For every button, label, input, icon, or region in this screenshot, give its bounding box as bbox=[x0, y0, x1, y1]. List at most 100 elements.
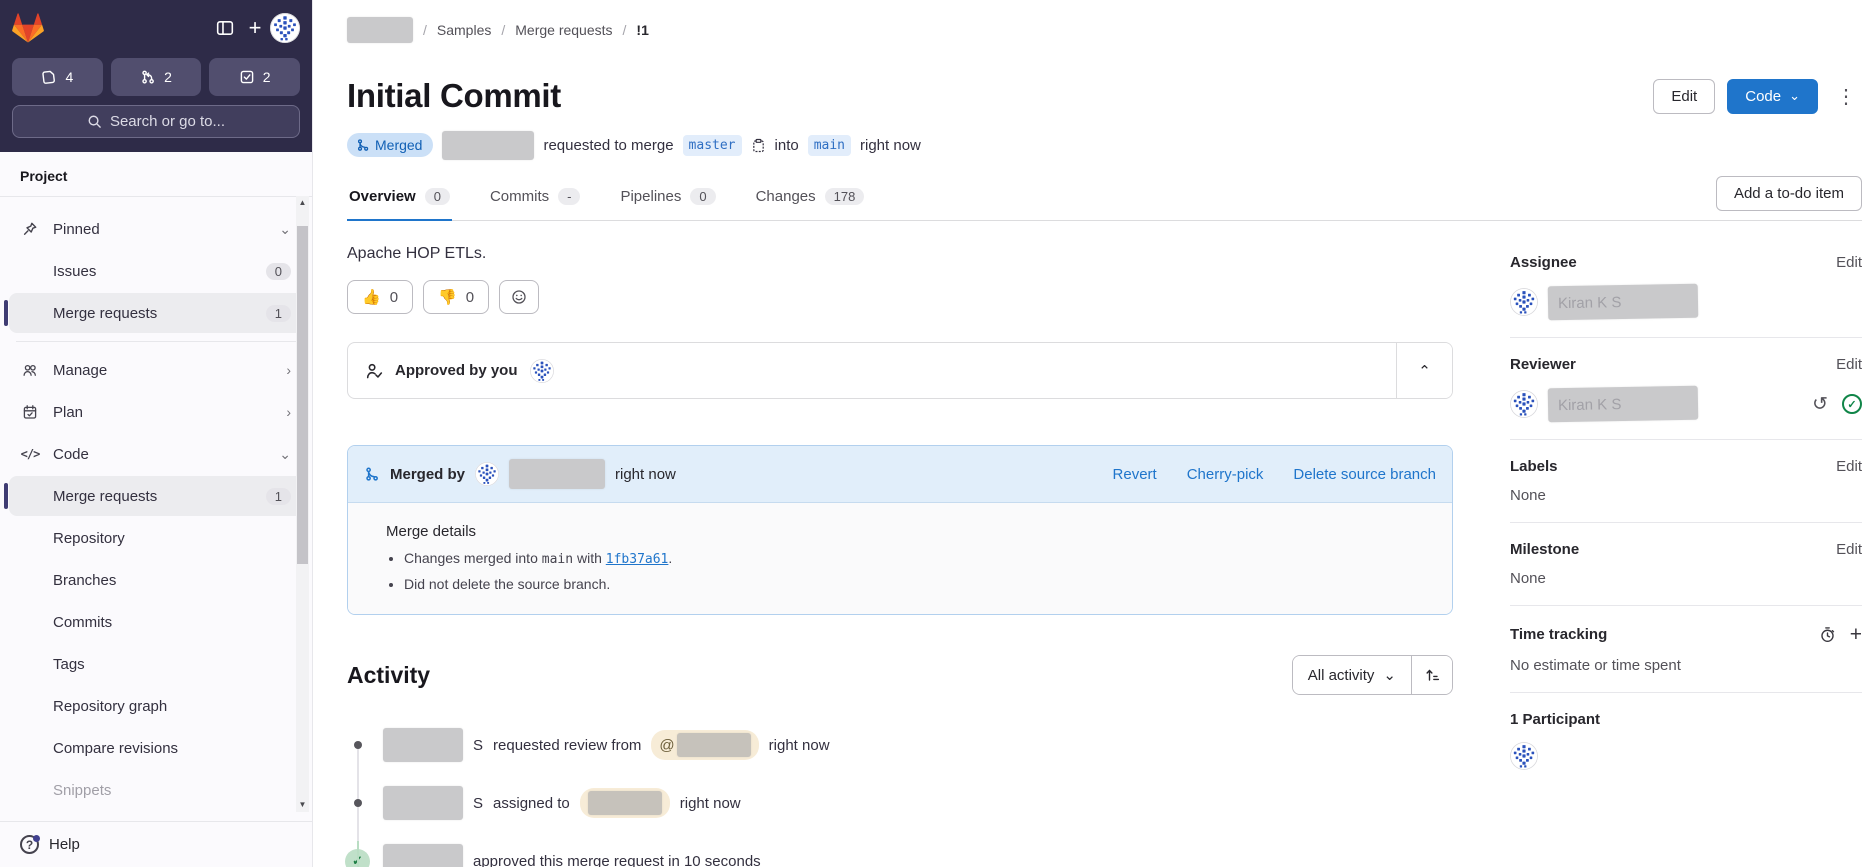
participant-avatar[interactable] bbox=[1510, 742, 1538, 770]
award-emoji-row: 👍 0 👎 0 bbox=[347, 280, 1453, 314]
chevron-up-icon: ⌃ bbox=[1418, 362, 1431, 380]
copy-branch-name-icon[interactable] bbox=[751, 138, 766, 153]
count-badge: 1 bbox=[266, 305, 291, 322]
assignee-title: Assignee bbox=[1510, 254, 1577, 271]
tab-commits[interactable]: Commits - bbox=[488, 174, 583, 220]
todos-count-button[interactable]: 2 bbox=[209, 58, 300, 96]
source-branch-chip[interactable]: master bbox=[683, 135, 742, 156]
mr-status-line: Merged requested to merge master into ma… bbox=[347, 128, 1862, 162]
sidebar-item-pinned[interactable]: Pinned ⌄ bbox=[9, 209, 303, 249]
thumbs-down-button[interactable]: 👎 0 bbox=[423, 280, 489, 314]
activity-sort-button[interactable] bbox=[1411, 656, 1452, 694]
divider bbox=[16, 341, 296, 342]
approved-by-text: Approved by you bbox=[395, 362, 518, 379]
gitlab-merge-request-page: + bbox=[0, 0, 1875, 867]
more-actions-kebab-icon[interactable]: ⋮ bbox=[1830, 82, 1862, 111]
sidebar-item-commits[interactable]: Commits bbox=[9, 602, 303, 642]
redacted-assignee-name[interactable]: Kiran K S bbox=[1548, 284, 1699, 321]
sidebar-item-manage[interactable]: Manage › bbox=[9, 350, 303, 390]
merger-avatar[interactable] bbox=[475, 462, 499, 486]
sidebar-item-repository[interactable]: Repository bbox=[9, 518, 303, 558]
redacted-group-name[interactable] bbox=[347, 17, 413, 43]
sidebar-item-plan[interactable]: Plan › bbox=[9, 392, 303, 432]
re-request-review-icon[interactable]: ↺ bbox=[1812, 393, 1828, 416]
redacted-user-name[interactable] bbox=[383, 844, 463, 867]
merge-requests-count-button[interactable]: 2 bbox=[111, 58, 202, 96]
chevron-down-icon: ⌄ bbox=[1383, 666, 1396, 684]
activity-item-review-requested: S requested review from @ right now bbox=[347, 725, 1453, 765]
cherry-pick-link[interactable]: Cherry-pick bbox=[1187, 466, 1264, 483]
scroll-down-arrow-icon[interactable]: ▼ bbox=[299, 798, 307, 812]
merge-icon bbox=[356, 138, 370, 152]
tab-changes[interactable]: Changes 178 bbox=[754, 174, 867, 220]
sidebar-toggle-icon[interactable] bbox=[210, 13, 240, 43]
redacted-user-name[interactable] bbox=[383, 786, 463, 820]
thumbs-up-button[interactable]: 👍 0 bbox=[347, 280, 413, 314]
labels-edit-button[interactable]: Edit bbox=[1836, 458, 1862, 475]
chevron-right-icon: › bbox=[286, 362, 291, 378]
sidebar-item-merge-requests-pinned[interactable]: Merge requests 1 bbox=[9, 293, 303, 333]
gitlab-logo-icon[interactable] bbox=[12, 13, 44, 43]
user-avatar[interactable] bbox=[270, 13, 300, 43]
time-tracking-title: Time tracking bbox=[1510, 626, 1607, 643]
activity-title: Activity bbox=[347, 662, 430, 689]
merge-details-title: Merge details bbox=[386, 523, 1436, 540]
search-input[interactable]: Search or go to... bbox=[12, 105, 300, 138]
activity-filter-group: All activity ⌄ bbox=[1292, 655, 1453, 695]
sidebar-item-issues[interactable]: Issues 0 bbox=[9, 251, 303, 291]
tab-badge: 0 bbox=[425, 188, 450, 205]
tab-overview[interactable]: Overview 0 bbox=[347, 174, 452, 220]
merge-detail-item: Did not delete the source branch. bbox=[404, 576, 1436, 592]
add-reaction-button[interactable] bbox=[499, 280, 539, 314]
create-new-icon[interactable]: + bbox=[240, 13, 270, 43]
sidebar-item-compare-revisions[interactable]: Compare revisions bbox=[9, 728, 303, 768]
sidebar-item-tags[interactable]: Tags bbox=[9, 644, 303, 684]
redacted-user-mention[interactable] bbox=[580, 788, 670, 818]
redacted-author-name[interactable] bbox=[442, 131, 534, 160]
assignee-edit-button[interactable]: Edit bbox=[1836, 254, 1862, 271]
merge-commit-link[interactable]: 1fb37a61 bbox=[606, 552, 669, 567]
add-todo-button[interactable]: Add a to-do item bbox=[1716, 176, 1862, 211]
milestone-edit-button[interactable]: Edit bbox=[1836, 541, 1862, 558]
approver-avatar[interactable] bbox=[530, 359, 554, 383]
reviewer-edit-button[interactable]: Edit bbox=[1836, 356, 1862, 373]
time-tracking-section: Time tracking + No estimate or time spen… bbox=[1510, 624, 1862, 693]
help-button[interactable]: ? Help bbox=[0, 821, 312, 867]
tab-pipelines[interactable]: Pipelines 0 bbox=[618, 174, 717, 220]
sidebar-item-snippets[interactable]: Snippets bbox=[9, 770, 303, 810]
activity-item-assigned: S assigned to right now bbox=[347, 783, 1453, 823]
issues-count-button[interactable]: 4 bbox=[12, 58, 103, 96]
redacted-user-name[interactable] bbox=[383, 728, 463, 762]
stopwatch-icon[interactable] bbox=[1819, 626, 1836, 643]
sidebar-item-merge-requests[interactable]: Merge requests 1 bbox=[9, 476, 303, 516]
code-dropdown-button[interactable]: Code ⌄ bbox=[1727, 79, 1818, 114]
redacted-reviewer-name[interactable]: Kiran K S bbox=[1548, 386, 1699, 423]
sidebar-nav: Pinned ⌄ Issues 0 Merge requests 1 Ma bbox=[0, 197, 312, 821]
search-placeholder: Search or go to... bbox=[110, 113, 225, 130]
count-badge: 0 bbox=[266, 263, 291, 280]
breadcrumb-project[interactable]: Samples bbox=[437, 22, 491, 38]
breadcrumb-merge-requests[interactable]: Merge requests bbox=[515, 22, 612, 38]
revert-link[interactable]: Revert bbox=[1113, 466, 1157, 483]
scrollbar-thumb[interactable] bbox=[297, 226, 308, 564]
delete-source-branch-link[interactable]: Delete source branch bbox=[1293, 466, 1436, 483]
sidebar-item-branches[interactable]: Branches bbox=[9, 560, 303, 600]
reviewer-avatar[interactable] bbox=[1510, 390, 1538, 418]
milestone-title: Milestone bbox=[1510, 541, 1579, 558]
redacted-user-mention[interactable]: @ bbox=[651, 730, 758, 760]
sidebar-item-code[interactable]: </> Code ⌄ bbox=[9, 434, 303, 474]
edit-button[interactable]: Edit bbox=[1653, 79, 1715, 114]
sidebar-scrollbar[interactable]: ▲ ▼ bbox=[296, 196, 309, 812]
redacted-merger-name[interactable] bbox=[509, 459, 605, 489]
add-time-entry-icon[interactable]: + bbox=[1850, 624, 1862, 645]
collapse-approvals-button[interactable]: ⌃ bbox=[1396, 343, 1452, 398]
issuable-sidebar: Assignee Edit Kir bbox=[1510, 254, 1862, 806]
sort-icon bbox=[1424, 667, 1440, 683]
target-branch-chip[interactable]: main bbox=[808, 135, 851, 156]
assignee-avatar[interactable] bbox=[1510, 288, 1538, 316]
activity-filter-dropdown[interactable]: All activity ⌄ bbox=[1293, 656, 1411, 694]
chevron-down-icon: ⌄ bbox=[279, 446, 291, 463]
activity-item-approved: ✓ approved this merge request in 10 seco… bbox=[347, 841, 1453, 867]
sidebar-item-repository-graph[interactable]: Repository graph bbox=[9, 686, 303, 726]
scroll-up-arrow-icon[interactable]: ▲ bbox=[299, 196, 307, 210]
